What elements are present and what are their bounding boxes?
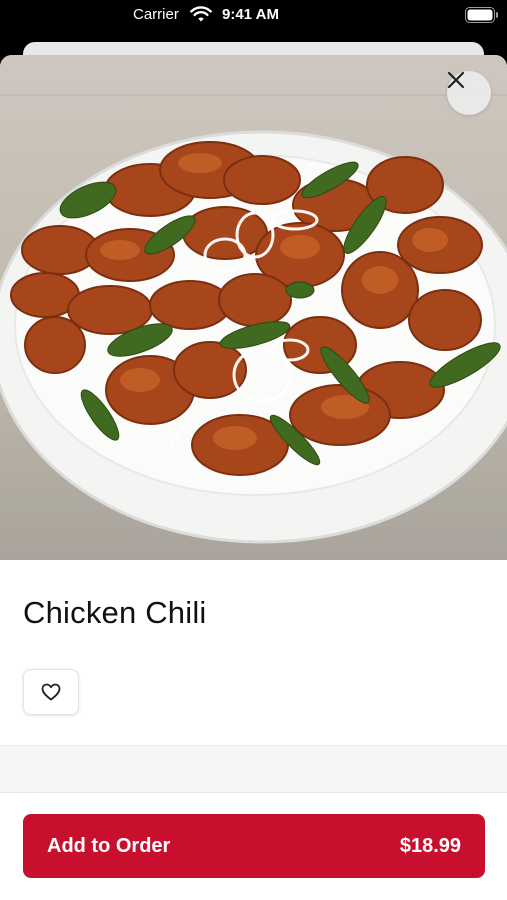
carrier-label: Carrier (133, 6, 179, 23)
food-illustration (0, 94, 507, 544)
item-detail-sheet: Chicken Chili Add to Order $18.99 (0, 55, 507, 900)
battery-icon (465, 7, 498, 23)
status-bar: Carrier 9:41 AM (0, 0, 507, 34)
close-button[interactable] (447, 71, 491, 115)
item-photo (0, 55, 507, 560)
heart-icon (41, 683, 61, 701)
close-icon (447, 71, 465, 89)
add-to-order-label: Add to Order (47, 834, 171, 857)
favorite-button[interactable] (23, 669, 79, 715)
section-divider (0, 745, 507, 793)
wifi-icon (190, 6, 212, 22)
item-title: Chicken Chili (23, 595, 207, 630)
add-to-order-button[interactable]: Add to Order $18.99 (23, 814, 485, 878)
clock: 9:41 AM (222, 6, 279, 23)
price-label: $18.99 (399, 834, 461, 857)
